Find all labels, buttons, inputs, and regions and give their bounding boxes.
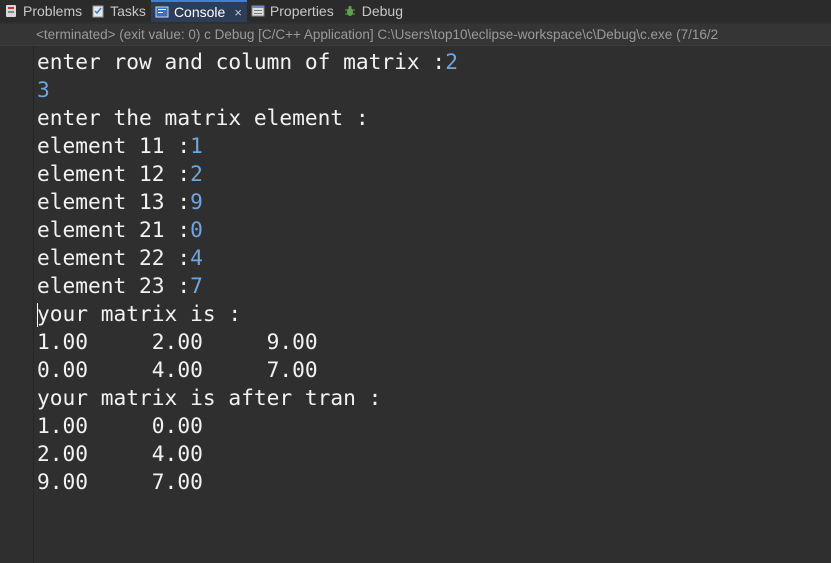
console-line: 9.00 7.00 [37, 468, 831, 496]
close-icon[interactable]: × [234, 6, 242, 19]
program-output-text: 0.00 4.00 7.00 [37, 357, 318, 382]
tasks-icon [91, 4, 105, 18]
tab-problems[interactable]: Problems [0, 0, 87, 22]
tab-console[interactable]: Console × [150, 0, 247, 22]
program-output-text: element 23 : [37, 273, 191, 298]
properties-icon [251, 4, 265, 18]
console-line: 3 [37, 76, 831, 104]
console-line: 2.00 4.00 [37, 440, 831, 468]
user-input-text: 9 [190, 189, 203, 214]
user-input-text: 1 [190, 133, 203, 158]
program-output-text: element 11 : [37, 133, 191, 158]
console-line: element 23 :7 [37, 272, 831, 300]
console-line: your matrix is after tran : [37, 384, 831, 412]
program-output-text: your matrix is : [37, 301, 242, 326]
console-line: element 21 :0 [37, 216, 831, 244]
tab-debug[interactable]: Debug [339, 0, 408, 22]
view-tab-bar: Problems Tasks Console × Properties Debu… [0, 0, 831, 22]
console-line: your matrix is : [37, 300, 831, 328]
program-output-text: 9.00 7.00 [37, 469, 203, 494]
user-input-text: 3 [37, 77, 50, 102]
program-output-text: element 13 : [37, 189, 191, 214]
debug-icon [343, 4, 357, 18]
program-output-text: element 12 : [37, 161, 191, 186]
program-output-text: enter row and column of matrix : [37, 49, 446, 74]
tab-properties[interactable]: Properties [247, 0, 339, 22]
program-output-text: element 22 : [37, 245, 191, 270]
tab-tasks[interactable]: Tasks [87, 0, 151, 22]
tab-label: Console [173, 4, 226, 20]
console-output[interactable]: enter row and column of matrix :2 3 enter … [34, 46, 831, 563]
console-line: 1.00 0.00 [37, 412, 831, 440]
console-gutter [0, 46, 34, 563]
tab-label: Tasks [110, 3, 146, 19]
console-icon [155, 5, 169, 19]
user-input-text: 0 [190, 217, 203, 242]
program-output-text: enter the matrix element : [37, 105, 369, 130]
console-line: enter the matrix element : [37, 104, 831, 132]
console-line: element 13 :9 [37, 188, 831, 216]
console-line: 1.00 2.00 9.00 [37, 328, 831, 356]
process-status-line: <terminated> (exit value: 0) c Debug [C/… [0, 24, 831, 46]
program-output-text: 2.00 4.00 [37, 441, 203, 466]
console-line: element 22 :4 [37, 244, 831, 272]
problems-icon [4, 4, 18, 18]
console-line: element 12 :2 [37, 160, 831, 188]
user-input-text: 2 [445, 49, 458, 74]
tab-label: Debug [361, 3, 403, 19]
console-line: 0.00 4.00 7.00 [37, 356, 831, 384]
console-line: enter row and column of matrix :2 [37, 48, 831, 76]
program-output-text: element 21 : [37, 217, 191, 242]
user-input-text: 4 [190, 245, 203, 270]
tab-label: Problems [23, 3, 83, 19]
tab-label: Properties [269, 3, 334, 19]
program-output-text: 1.00 0.00 [37, 413, 203, 438]
console-line: element 11 :1 [37, 132, 831, 160]
user-input-text: 7 [190, 273, 203, 298]
console-view: Problems Tasks Console × Properties Debu… [0, 0, 831, 563]
user-input-text: 2 [190, 161, 203, 186]
program-output-text: 1.00 2.00 9.00 [37, 329, 318, 354]
program-output-text: your matrix is after tran : [37, 385, 382, 410]
